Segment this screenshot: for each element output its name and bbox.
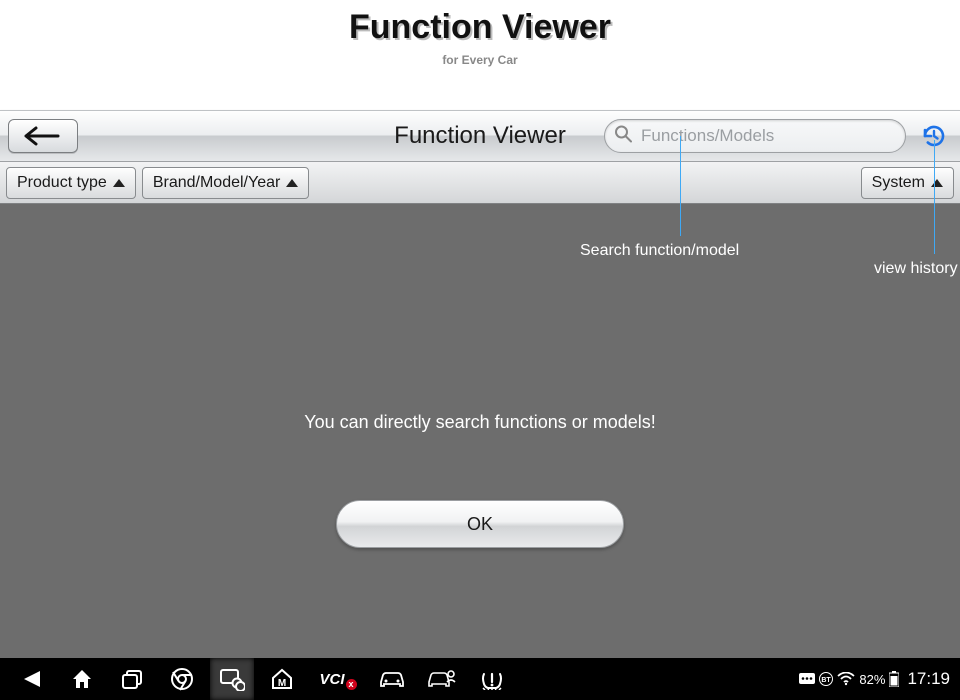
triangle-up-icon [931,179,943,187]
status-tray: BT 82% 17:19 [799,669,950,689]
center-message: You can directly search functions or mod… [0,412,960,433]
back-button[interactable] [8,119,78,153]
toolbar: Function Viewer [0,110,960,162]
search-field-wrap [604,119,906,153]
screenshot-icon [219,667,245,691]
filter-brand-model-year[interactable]: Brand/Model/Year [142,167,310,199]
chrome-icon [170,667,194,691]
toolbar-title: Function Viewer [394,122,566,150]
svg-text:BT: BT [822,677,832,684]
m-home-icon: M [270,667,294,691]
annotation-label: Search function/model [580,242,739,259]
filter-product-type[interactable]: Product type [6,167,136,199]
svg-text:M: M [278,678,286,689]
filter-system[interactable]: System [861,167,954,199]
nav-car-user[interactable] [420,658,464,700]
ok-button-label: OK [467,514,493,535]
home-icon [70,667,94,691]
bluetooth-icon: BT [819,672,833,686]
page-title: Function Viewer [349,8,611,47]
nav-home[interactable] [60,658,104,700]
nav-back-icon [20,667,44,691]
clock: 17:19 [907,669,950,689]
wifi-icon [837,672,855,686]
tpms-icon [479,668,505,690]
triangle-up-icon [113,179,125,187]
annotation-search: Search function/model [580,242,739,260]
filter-bar: Product type Brand/Model/Year System [0,162,960,204]
filter-label: Brand/Model/Year [153,174,281,192]
nav-vci[interactable]: VCIx [310,658,364,700]
main-panel: Product type Brand/Model/Year System Sea… [0,162,960,658]
nav-chrome[interactable] [160,658,204,700]
battery-percent: 82% [859,672,885,687]
triangle-up-icon [286,179,298,187]
nav-back[interactable] [10,658,54,700]
nav-tpms[interactable] [470,658,514,700]
nav-screenshot[interactable] [210,658,254,700]
page-header: Function Viewer for Every Car [0,0,960,110]
battery-icon [889,671,899,687]
filter-label: Product type [17,174,107,192]
recent-apps-icon [120,667,144,691]
vci-error-badge: x [346,679,357,690]
nav-recent[interactable] [110,658,154,700]
ok-button[interactable]: OK [336,500,624,548]
arrow-left-icon [24,126,62,146]
car-user-icon [427,668,457,690]
system-navbar: M VCIx [0,658,960,700]
nav-car[interactable] [370,658,414,700]
annotation-history: view history [874,260,958,278]
page-subtitle: for Every Car [442,53,517,67]
nav-m-home[interactable]: M [260,658,304,700]
car-icon [378,669,406,689]
annotation-label: view history [874,260,958,277]
notification-icon [799,673,815,686]
search-input[interactable] [604,119,906,153]
vci-icon: VCIx [319,671,354,688]
filter-label: System [872,174,925,192]
